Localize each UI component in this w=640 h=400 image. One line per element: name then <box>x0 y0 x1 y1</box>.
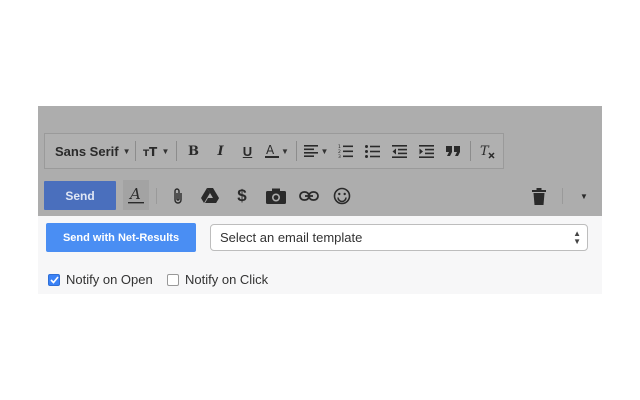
svg-text:T: T <box>480 144 490 159</box>
formatting-icon[interactable]: A <box>123 180 149 210</box>
link-icon[interactable] <box>298 185 320 207</box>
more-options-icon[interactable]: ▼ <box>573 185 595 207</box>
quote-icon[interactable] <box>440 136 467 166</box>
notify-on-click-option[interactable]: Notify on Click <box>167 272 268 287</box>
divider <box>156 188 157 204</box>
money-icon[interactable]: $ <box>231 185 253 207</box>
divider <box>470 141 471 161</box>
font-family-label: Sans Serif <box>55 143 119 159</box>
italic-icon[interactable]: I <box>207 136 234 166</box>
clear-formatting-icon[interactable]: T <box>474 136 501 166</box>
notify-on-click-label: Notify on Click <box>185 272 269 287</box>
compose-toolbar-area: Sans Serif ▼ TT ▼ B I U A ▼ ▼ 123 T Send… <box>38 106 602 216</box>
email-template-placeholder: Select an email template <box>220 230 363 245</box>
notify-on-open-option[interactable]: Notify on Open <box>48 272 153 287</box>
compose-panel: Sans Serif ▼ TT ▼ B I U A ▼ ▼ 123 T Send… <box>38 106 602 294</box>
svg-text:A: A <box>266 143 275 157</box>
trash-icon[interactable] <box>528 185 550 207</box>
drive-icon[interactable] <box>199 185 221 207</box>
divider <box>135 141 136 161</box>
divider <box>176 141 177 161</box>
notify-on-open-checkbox[interactable] <box>48 273 60 286</box>
indent-more-icon[interactable] <box>413 136 440 166</box>
attach-icon[interactable] <box>167 185 189 207</box>
chevron-down-icon: ▼ <box>122 146 131 156</box>
notify-on-open-label: Notify on Open <box>66 272 153 287</box>
divider <box>296 141 297 161</box>
notify-on-click-checkbox[interactable] <box>167 273 179 286</box>
text-size-icon[interactable]: TT ▼ <box>139 136 173 166</box>
select-arrows-icon: ▲ ▼ <box>573 229 581 246</box>
send-button[interactable]: Send <box>44 181 116 210</box>
svg-text:A: A <box>128 186 141 203</box>
formatting-toolbar: Sans Serif ▼ TT ▼ B I U A ▼ ▼ 123 T <box>44 133 504 169</box>
align-icon[interactable]: ▼ <box>300 136 332 166</box>
underline-icon[interactable]: U <box>234 136 261 166</box>
indent-less-icon[interactable] <box>386 136 413 166</box>
bulleted-list-icon[interactable] <box>359 136 386 166</box>
divider <box>562 188 563 204</box>
bold-icon[interactable]: B <box>180 136 207 166</box>
svg-text:3: 3 <box>338 154 341 158</box>
text-color-icon[interactable]: A ▼ <box>261 136 293 166</box>
font-family-select[interactable]: Sans Serif ▼ <box>48 136 132 166</box>
emoji-icon[interactable] <box>331 185 353 207</box>
send-with-net-results-button[interactable]: Send with Net-Results <box>46 223 196 252</box>
numbered-list-icon[interactable]: 123 <box>332 136 359 166</box>
svg-text:T: T <box>149 145 158 157</box>
photo-icon[interactable] <box>265 185 287 207</box>
email-template-select[interactable]: Select an email template ▲ ▼ <box>210 224 588 251</box>
